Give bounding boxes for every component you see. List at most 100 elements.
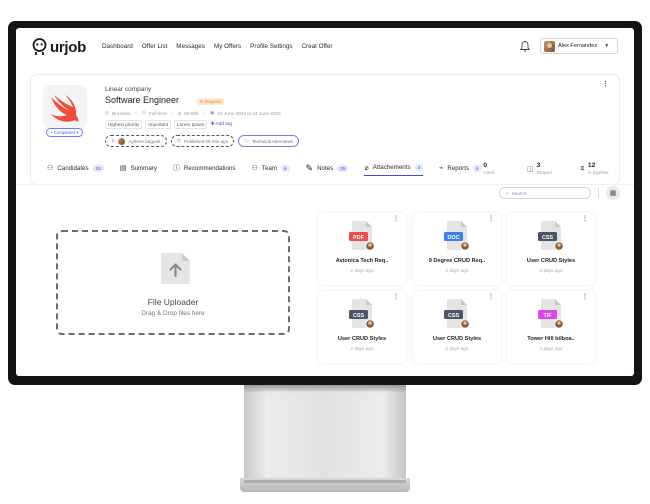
file-fold xyxy=(461,299,467,305)
tab-label: Reports xyxy=(447,164,470,172)
search-placeholder: Search xyxy=(511,190,527,196)
more-options-icon[interactable]: ⋮ xyxy=(582,216,588,222)
uploader-title: File Uploader xyxy=(147,297,199,307)
file-type-label: PDF xyxy=(353,235,364,241)
nav-link-profile-settings[interactable]: Profile Settings xyxy=(250,43,292,50)
more-options-icon[interactable]: ⋮ xyxy=(393,216,399,222)
file-card[interactable]: ⋮ TIF Tower Hill bilboa.. 2 days ago xyxy=(507,291,595,363)
more-options-icon[interactable]: ⋮ xyxy=(393,294,399,300)
avatar-face xyxy=(463,243,467,247)
avatar xyxy=(544,40,555,52)
view-toggle-button[interactable]: ▦ xyxy=(606,186,620,200)
file-type-label: TIF xyxy=(543,313,552,319)
more-options-icon[interactable]: ⋮ xyxy=(582,294,588,300)
more-options-icon[interactable]: ⋮ xyxy=(488,294,494,300)
stat-number: 3 xyxy=(536,162,541,169)
stage-chip[interactable]: ▭ Technical Interviews xyxy=(238,135,299,147)
css-file-icon: CSS xyxy=(349,299,375,329)
file-time: 2 days ago xyxy=(445,346,469,351)
file-card[interactable]: ⋮ CSS User CRUD Styles 2 days ago xyxy=(413,291,501,363)
team-icon: ⚇ xyxy=(251,165,258,172)
recruiter-chip[interactable]: ♙ Ayrlene bagumt xyxy=(105,135,167,147)
file-type-label: CSS xyxy=(353,313,364,319)
file-card[interactable]: ⋮ PDF Avionica Tech Req.. 2 days ago xyxy=(318,213,406,285)
file-name: Tower Hill bilboa.. xyxy=(527,336,575,342)
avatar-face xyxy=(368,321,372,325)
chat-icon: ▭ xyxy=(244,138,249,144)
tif-file-icon: TIF xyxy=(538,299,564,329)
users-icon: ⚇ xyxy=(47,165,54,172)
avatar-face xyxy=(463,321,467,325)
company-name: Linear company xyxy=(105,86,152,93)
tag[interactable]: Important xyxy=(145,120,172,129)
tag[interactable]: Lorem Ipsum xyxy=(174,120,208,129)
robot-logo-icon xyxy=(32,38,47,55)
location-icon: ◎ xyxy=(105,110,110,115)
file-fold xyxy=(366,299,372,305)
nav-link-creat-offer[interactable]: Creat Offer xyxy=(302,43,333,50)
published-chip[interactable]: ◷ Published 06 min ago xyxy=(170,135,235,147)
more-options-icon[interactable]: ⋮ xyxy=(488,216,494,222)
app-screen: urjob Dashboard Offer List Messages My O… xyxy=(16,28,634,376)
hourglass-icon: ⧗ xyxy=(580,165,585,173)
tags-row: Highest priority Important Lorem Ipsum ✚… xyxy=(105,120,232,129)
tab-summary[interactable]: ▤ Summary xyxy=(120,160,157,176)
job-salary: 50-55k xyxy=(184,110,199,116)
tab-label: Candidates xyxy=(57,164,89,172)
stat-pipeline: ⧗ 12 in pipeline xyxy=(580,162,609,175)
tab-count-badge: 25 xyxy=(337,164,349,172)
meta-separator: • xyxy=(171,110,174,116)
logo[interactable]: urjob xyxy=(32,38,86,56)
file-name: User CRUD Styles xyxy=(526,258,576,264)
status-badge: In Progress xyxy=(197,98,225,105)
nav-link-dashboard[interactable]: Dashboard xyxy=(102,43,133,50)
avatar xyxy=(118,137,126,145)
avatar-face xyxy=(368,243,372,247)
file-time: 2 days ago xyxy=(539,346,563,351)
file-card[interactable]: ⋮ CSS User CRUD Styles 2 days ago xyxy=(318,291,406,363)
file-time: 2 days ago xyxy=(350,268,374,273)
file-fold xyxy=(555,221,561,227)
job-chips: ♙ Ayrlene bagumt ◷ Published 06 min ago … xyxy=(105,135,299,147)
nav-link-messages[interactable]: Messages xyxy=(176,43,205,50)
pdf-file-icon: PDF xyxy=(349,221,375,251)
tab-team[interactable]: ⚇ Team 6 xyxy=(252,160,290,176)
avatar-face xyxy=(557,321,561,325)
file-card[interactable]: ⋮ DOC 9 Degree CRUD Req.. 2 days ago xyxy=(413,213,501,285)
file-uploader-dropzone[interactable]: File Uploader Drag & Drop files here xyxy=(56,230,290,335)
tab-attachements[interactable]: ⌀ Attachements 4 xyxy=(364,160,424,176)
tab-count-badge: 25 xyxy=(92,164,104,172)
file-type-label: CSS xyxy=(542,235,553,241)
status-dropdown[interactable]: • Completed ▾ xyxy=(46,128,84,137)
search-input[interactable]: ⌕ Search xyxy=(499,187,591,199)
file-card[interactable]: ⋮ CSS User CRUD Styles 2 days ago xyxy=(507,213,595,285)
tab-notes[interactable]: ✎ Notes 25 xyxy=(306,160,349,176)
toolbar-divider xyxy=(598,188,599,198)
top-navbar: urjob Dashboard Offer List Messages My O… xyxy=(16,28,634,68)
stand-base-edge xyxy=(244,480,406,483)
stat-number: 12 xyxy=(587,162,596,169)
swift-logo-icon xyxy=(43,85,87,129)
nav-link-my-offers[interactable]: My Offers xyxy=(214,43,241,50)
tab-count-badge: 6 xyxy=(280,164,290,172)
user-icon: ♙ xyxy=(111,138,116,144)
user-menu[interactable]: Alex Fernandez ▼ xyxy=(540,38,618,54)
tab-candidates[interactable]: ⚇ Candidates 25 xyxy=(47,160,104,176)
tab-label: Attachements xyxy=(372,164,411,171)
clipboard-icon: ▤ xyxy=(119,165,127,172)
tag[interactable]: Highest priority xyxy=(105,120,143,129)
monitor-stand xyxy=(244,385,406,478)
pin-icon: ✎ xyxy=(305,162,314,173)
desktop-scene: urjob Dashboard Offer List Messages My O… xyxy=(0,0,650,504)
bell-icon[interactable] xyxy=(519,40,531,53)
avatar-face xyxy=(557,243,561,247)
more-options-icon[interactable]: ⋮ xyxy=(602,81,609,88)
tab-divider xyxy=(16,184,634,185)
nav-link-offer-list[interactable]: Offer List xyxy=(142,43,167,50)
doc-file-icon: DOC xyxy=(444,221,470,251)
file-fold xyxy=(555,299,561,305)
tab-recommendations[interactable]: ⓘ Recommendations xyxy=(173,160,236,176)
grid-icon: ▦ xyxy=(609,190,617,197)
add-tag-button[interactable]: ✚ Add tag xyxy=(210,122,232,127)
tab-reports[interactable]: ⌁ Reports 8 xyxy=(439,160,482,176)
